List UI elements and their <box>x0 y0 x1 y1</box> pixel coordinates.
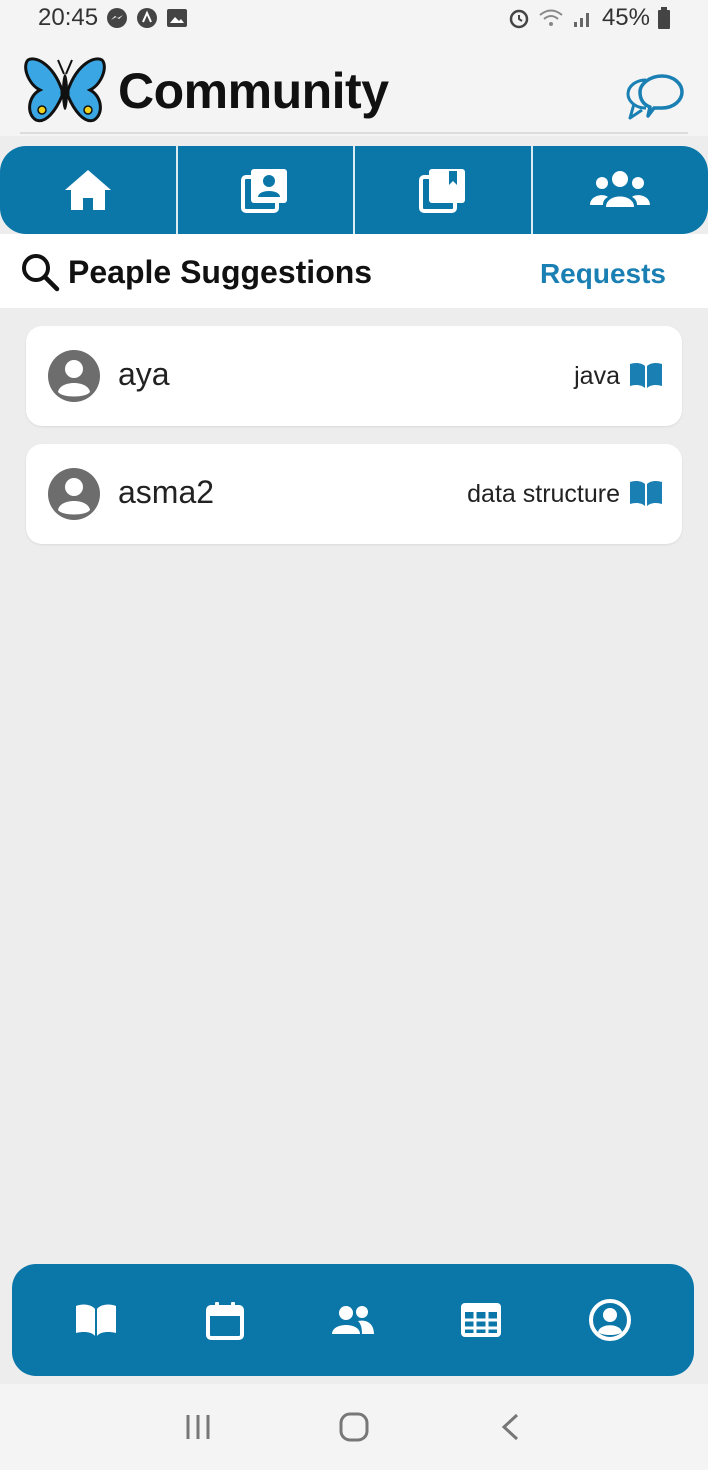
home-icon <box>64 170 111 210</box>
signal-icon <box>572 8 594 28</box>
home-circle-icon[interactable] <box>324 1397 384 1457</box>
search-icon[interactable] <box>20 252 60 292</box>
suggestion-topic: data structure <box>467 480 620 508</box>
people-suggestions-title: Peaple Suggestions <box>68 254 373 290</box>
table-grid-icon <box>461 1303 502 1337</box>
nav-calendar[interactable] <box>185 1280 265 1360</box>
open-book-icon <box>76 1304 117 1336</box>
tab-profile-album[interactable] <box>178 146 355 234</box>
profile-album-icon <box>241 169 288 213</box>
messenger-icon <box>106 7 128 29</box>
alarm-icon <box>508 7 530 29</box>
status-time: 20:45 <box>38 4 99 31</box>
app-notification-icon <box>136 7 158 29</box>
system-nav <box>0 1384 708 1470</box>
nav-library[interactable] <box>56 1280 136 1360</box>
wifi-icon <box>538 8 564 28</box>
top-tab-bar <box>0 146 708 234</box>
tab-bookmark-album[interactable] <box>355 146 533 234</box>
battery-icon <box>658 7 670 29</box>
nav-community[interactable] <box>313 1280 393 1360</box>
suggestion-card[interactable]: aya java <box>26 326 682 426</box>
nav-profile[interactable] <box>570 1280 650 1360</box>
status-bar: 20:45 45% <box>0 0 708 36</box>
bottom-nav <box>12 1264 694 1376</box>
calendar-icon <box>205 1302 244 1340</box>
suggestion-name: aya <box>118 356 170 392</box>
people-group-icon <box>590 171 651 207</box>
butterfly-logo <box>22 54 108 126</box>
back-icon[interactable] <box>480 1397 540 1457</box>
avatar-icon <box>46 466 102 522</box>
suggestion-card[interactable]: asma2 data structure <box>26 444 682 544</box>
status-left: 20:45 <box>38 4 188 32</box>
battery-percent: 45% <box>601 4 650 31</box>
people-icon <box>331 1306 374 1334</box>
status-right: 45% <box>508 4 670 32</box>
chat-bubbles-icon[interactable] <box>624 70 686 128</box>
recent-apps-icon[interactable] <box>168 1397 228 1457</box>
search-row: Peaple Suggestions Requests <box>0 234 708 308</box>
book-icon <box>628 478 664 508</box>
avatar-icon <box>46 348 102 404</box>
nav-schedule[interactable] <box>441 1280 521 1360</box>
tab-home[interactable] <box>0 146 178 234</box>
requests-link[interactable]: Requests <box>540 258 666 290</box>
tab-people-group[interactable] <box>533 146 708 234</box>
suggestion-topic: java <box>574 362 620 390</box>
app-header: Community <box>0 36 708 136</box>
gallery-icon <box>166 8 188 28</box>
suggestion-name: asma2 <box>118 474 215 510</box>
book-icon <box>628 360 664 390</box>
header-divider <box>20 132 688 134</box>
app-title: Community <box>118 63 389 119</box>
bookmark-album-icon <box>418 169 465 213</box>
account-circle-icon <box>588 1299 631 1341</box>
